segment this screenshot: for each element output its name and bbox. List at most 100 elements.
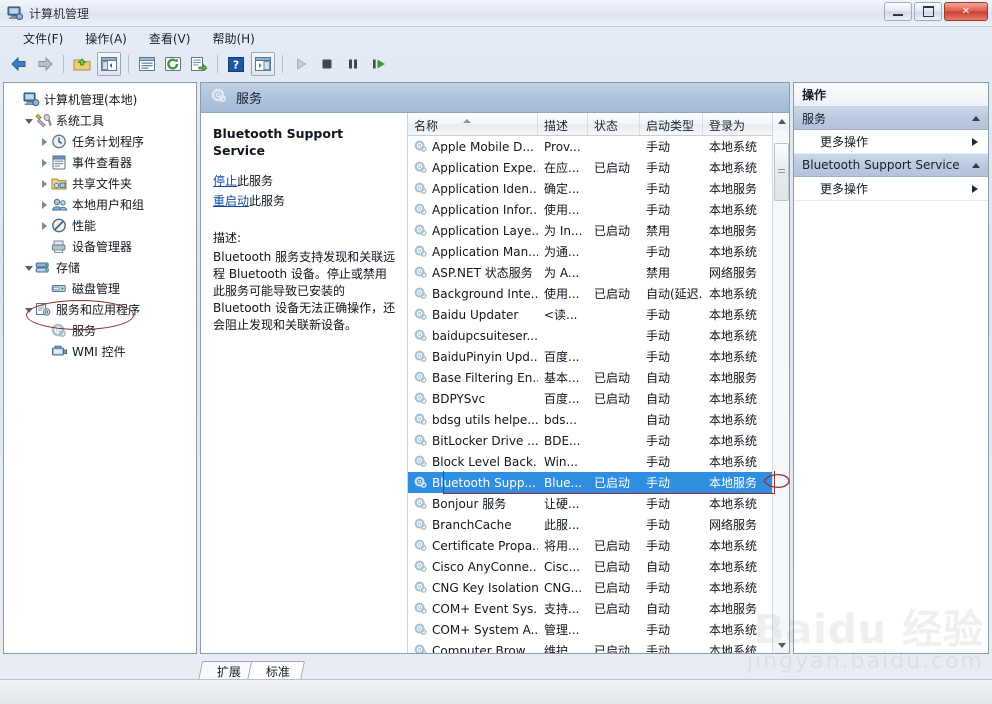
table-row[interactable]: BaiduPinyin Upd... 百度... 手动 本地系统 [408,346,789,367]
scroll-up-button[interactable] [773,113,789,130]
export-list-icon[interactable] [188,53,210,75]
tree-item-system-tools[interactable]: 系统工具 [8,110,196,131]
services-list-scrollbar[interactable] [772,113,789,653]
cell-startup-type: 手动 [646,161,671,175]
table-row[interactable]: Bonjour 服务 让硬... 手动 本地系统 [408,493,789,514]
column-header-status[interactable]: 状态 [588,113,640,135]
tree-item-task-scheduler[interactable]: 任务计划程序 [8,131,196,152]
pause-service-icon[interactable] [342,53,364,75]
tree-item-storage[interactable]: 存储 [8,257,196,278]
refresh-icon[interactable] [162,53,184,75]
tree-item-services[interactable]: 服务 [8,320,196,341]
restart-service-icon[interactable] [368,53,390,75]
table-row[interactable]: Background Inte... 使用... 已启动 自动(延迟... 本地系统 [408,283,789,304]
chevron-up-icon[interactable] [972,115,980,121]
close-button[interactable]: ✕ [944,2,988,21]
table-row[interactable]: Application Expe... 在应... 已启动 手动 本地系统 [408,157,789,178]
tree-item-device-manager[interactable]: 设备管理器 [8,236,196,257]
tree-item-computer-management[interactable]: 计算机管理(本地) [8,89,196,110]
table-row[interactable]: BitLocker Drive ... BDE... 手动 本地系统 [408,430,789,451]
chevron-down-icon[interactable] [24,119,33,124]
forward-arrow-icon[interactable] [34,53,56,75]
help-icon[interactable]: ? [225,53,247,75]
more-actions-services[interactable]: 更多操作 [794,130,988,154]
stop-service-icon[interactable] [316,53,338,75]
cell-name: COM+ System A... [408,623,538,637]
service-gear-icon [414,161,428,174]
table-row[interactable]: BDPYSvc 百度... 已启动 自动 本地系统 [408,388,789,409]
table-row[interactable]: Apple Mobile D... Prov... 手动 本地系统 [408,136,789,157]
table-row[interactable]: Application Iden... 确定... 手动 本地服务 [408,178,789,199]
table-row[interactable]: BranchCache 此服... 手动 网络服务 [408,514,789,535]
table-row[interactable]: Application Infor... 使用... 手动 本地系统 [408,199,789,220]
table-row[interactable]: ASP.NET 状态服务为 A... 禁用 网络服务 [408,262,789,283]
tree-item-performance[interactable]: 性能 [8,215,196,236]
table-row[interactable]: Application Man... 为通... 手动 本地系统 [408,241,789,262]
maximize-button[interactable] [914,2,942,21]
minimize-button[interactable] [884,2,912,21]
action-group-services[interactable]: 服务 [794,107,988,130]
cell-startup-type: 手动 [646,140,671,154]
column-header-description[interactable]: 描述 [538,113,588,135]
more-actions-bluetooth[interactable]: 更多操作 [794,177,988,201]
show-action-pane-icon[interactable] [251,52,275,76]
table-row[interactable]: baidupcsuiteser... 手动 本地系统 [408,325,789,346]
back-arrow-icon[interactable] [8,53,30,75]
table-row[interactable]: Baidu Updater <读... 手动 本地系统 [408,304,789,325]
chevron-right-icon[interactable] [42,137,47,146]
cell-name: BranchCache [408,518,538,532]
table-row[interactable]: Certificate Propa... 将用... 已启动 手动 本地系统 [408,535,789,556]
cell-log-on-as: 网络服务 [709,266,758,280]
view-tabs: 扩展 标准 [197,659,306,681]
chevron-down-icon[interactable] [24,266,33,271]
menu-bar: 文件(F) 操作(A) 查看(V) 帮助(H) [0,26,992,50]
tree-item-shared-folders[interactable]: 共享文件夹 [8,173,196,194]
column-header-startup-type[interactable]: 启动类型 [640,113,703,135]
disk-management-icon [51,281,68,297]
menu-help[interactable]: 帮助(H) [201,28,265,49]
table-row[interactable]: Bluetooth Supp... Blue... 已启动 手动 本地服务 [408,472,789,493]
chevron-right-icon[interactable] [42,179,47,188]
show-hide-tree-icon[interactable] [97,52,121,76]
restart-service-link[interactable]: 重启动 [213,194,249,208]
table-row[interactable]: Computer Brow... 维护... 已启动 手动 本地系统 [408,640,789,653]
up-folder-icon[interactable] [71,53,93,75]
cell-name-text: Cisco AnyConne... [432,559,538,574]
table-row[interactable]: Application Laye... 为 In... 已启动 禁用 本地服务 [408,220,789,241]
tree-item-disk-management[interactable]: 磁盘管理 [8,278,196,299]
scrollbar-thumb[interactable] [774,143,789,201]
tab-standard[interactable]: 标准 [246,661,306,681]
table-row[interactable]: CNG Key Isolation CNG... 已启动 手动 本地系统 [408,577,789,598]
event-viewer-icon [51,155,68,171]
menu-file[interactable]: 文件(F) [12,28,74,49]
service-gear-icon [414,392,428,405]
svg-text:?: ? [233,58,239,71]
chevron-right-icon[interactable] [42,158,47,167]
table-row[interactable]: Cisco AnyConne... Cisc... 已启动 自动 本地系统 [408,556,789,577]
properties-icon[interactable] [136,53,158,75]
tree-item-services-and-applications[interactable]: 服务和应用程序 [8,299,196,320]
column-header-name[interactable]: 名称 [408,113,538,135]
table-row[interactable]: Block Level Back... Win... 手动 本地系统 [408,451,789,472]
chevron-right-icon[interactable] [42,200,47,209]
table-row[interactable]: bdsg utils helpe... bds... 自动 本地系统 [408,409,789,430]
scroll-down-button[interactable] [773,637,789,653]
chevron-up-icon[interactable] [972,162,980,168]
chevron-right-icon[interactable] [42,221,47,230]
table-row[interactable]: Base Filtering En... 基本... 已启动 自动 本地服务 [408,367,789,388]
cell-startup-type: 手动 [646,581,671,595]
stop-service-link[interactable]: 停止 [213,174,237,188]
tree-item-wmi-control[interactable]: WMI 控件 [8,341,196,362]
column-header-log-on-as[interactable]: 登录为 [703,113,770,135]
chevron-down-icon[interactable] [24,308,33,313]
tree-item-event-viewer[interactable]: 事件查看器 [8,152,196,173]
service-action-links: 停止此服务 重启动此服务 [213,173,397,210]
table-row[interactable]: COM+ Event Sys... 支持... 已启动 自动 本地服务 [408,598,789,619]
tree-item-local-users-groups[interactable]: 本地用户和组 [8,194,196,215]
cell-status: 已启动 [594,371,631,385]
menu-view[interactable]: 查看(V) [138,28,202,49]
cell-log-on-as: 本地服务 [709,182,758,196]
table-row[interactable]: COM+ System A... 管理... 手动 本地系统 [408,619,789,640]
menu-action[interactable]: 操作(A) [74,28,138,49]
action-group-bluetooth[interactable]: Bluetooth Support Service [794,154,988,177]
